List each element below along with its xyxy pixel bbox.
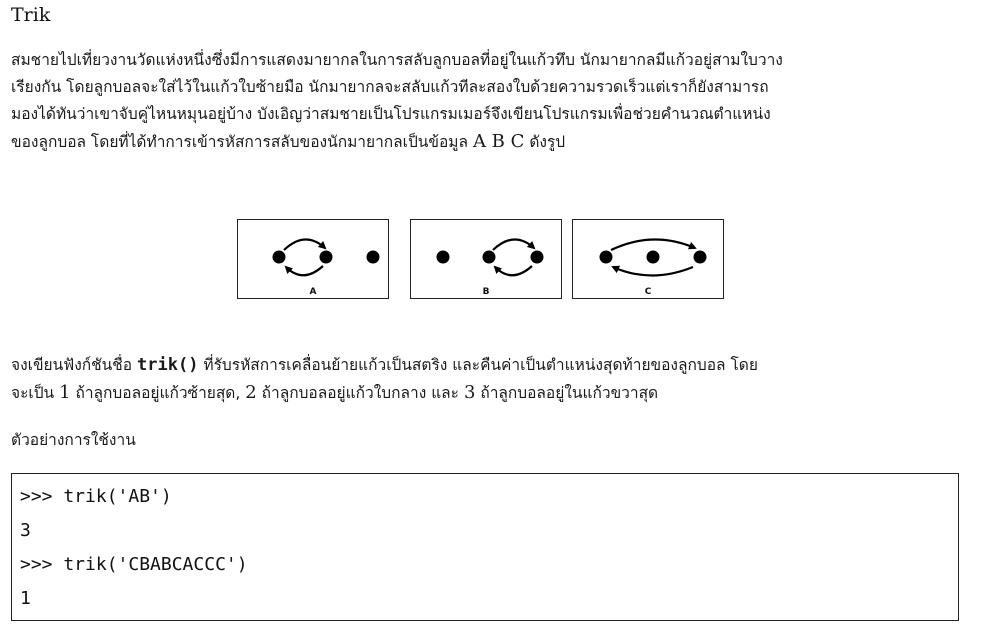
task-line-1-text: จงเขียนฟังก์ชันชื่อ [11,356,138,374]
position-3: 3 [463,382,476,403]
task-line-1-tail: ที่รับรหัสการเคลื่อนย้ายแก้วเป็นสตริง แล… [198,356,758,374]
position-2: 2 [245,382,257,403]
task-paragraph: จงเขียนฟังก์ชันชื่อ trik() ที่รับรหัสการ… [11,352,986,407]
swap-diagrams: A B C [237,219,727,299]
code-example-box: >>> trik('AB') 3 >>> trik('CBABCACCC') 1 [11,473,959,621]
intro-line-3: มองได้ทันว่าเขาจับคู่ไหนหมุนอยู่บ้าง บัง… [11,105,771,123]
cup-right [530,250,544,264]
cup-right [366,250,380,264]
task-line-2-c: ถ้าลูกบอลอยู่แก้วใบกลาง และ [256,384,464,402]
cup-middle [319,250,333,264]
cup-left [272,250,286,264]
page-title: Trik [11,4,51,26]
intro-line-4-text: ของลูกบอล โดยที่ได้ทำการเข้ารหัสการสลับข… [11,133,473,151]
cup-middle [646,250,660,264]
task-line-1: จงเขียนฟังก์ชันชื่อ trik() ที่รับรหัสการ… [11,352,986,379]
swap-diagram-a: A [237,219,389,299]
arrow-bottom-b [493,265,533,277]
example-heading: ตัวอย่างการใช้งาน [11,431,136,449]
code-line-1: >>> trik('AB') [20,486,172,507]
arrow-top-c [610,238,697,251]
swap-label-a: A [309,287,317,297]
swap-label-b: B [482,287,490,297]
arrow-bottom-c [611,265,694,277]
intro-line-4: ของลูกบอล โดยที่ได้ทำการเข้ารหัสการสลับข… [11,128,986,156]
code-line-2: 3 [20,520,31,541]
swap-codes-letters: A B C [472,131,525,152]
cup-middle [482,250,496,264]
cup-left [599,250,613,264]
task-line-2-b: ถ้าลูกบอลอยู่แก้วซ้ายสุด, [70,384,246,402]
arrow-top-a [283,238,327,251]
function-name: trik() [137,355,199,375]
arrow-bottom-a [284,265,324,277]
cup-right [693,250,707,264]
intro-line-1: สมชายไปเที่ยวงานวัดแห่งหนึ่งซึ่งมีการแสด… [11,51,783,69]
cup-left [436,250,450,264]
swap-diagram-c: C [572,219,724,299]
task-line-2-a: จะเป็น [11,384,60,402]
intro-line-2: เรียงกัน โดยลูกบอลจะใส่ไว้ในแก้วใบซ้ายมื… [11,78,769,96]
arrow-top-b [492,238,536,251]
swap-diagram-b: B [410,219,562,299]
task-line-2-d: ถ้าลูกบอลอยู่ในแก้วขวาสุด [475,384,659,402]
position-1: 1 [59,382,71,403]
task-line-2: จะเป็น 1 ถ้าลูกบอลอยู่แก้วซ้ายสุด, 2 ถ้า… [11,379,986,407]
intro-paragraph: สมชายไปเที่ยวงานวัดแห่งหนึ่งซึ่งมีการแสด… [11,47,986,156]
code-line-4: 1 [20,588,31,609]
code-line-3: >>> trik('CBABCACCC') [20,554,248,575]
intro-line-4-tail: ดังรูป [524,133,566,151]
swap-label-c: C [644,287,652,297]
